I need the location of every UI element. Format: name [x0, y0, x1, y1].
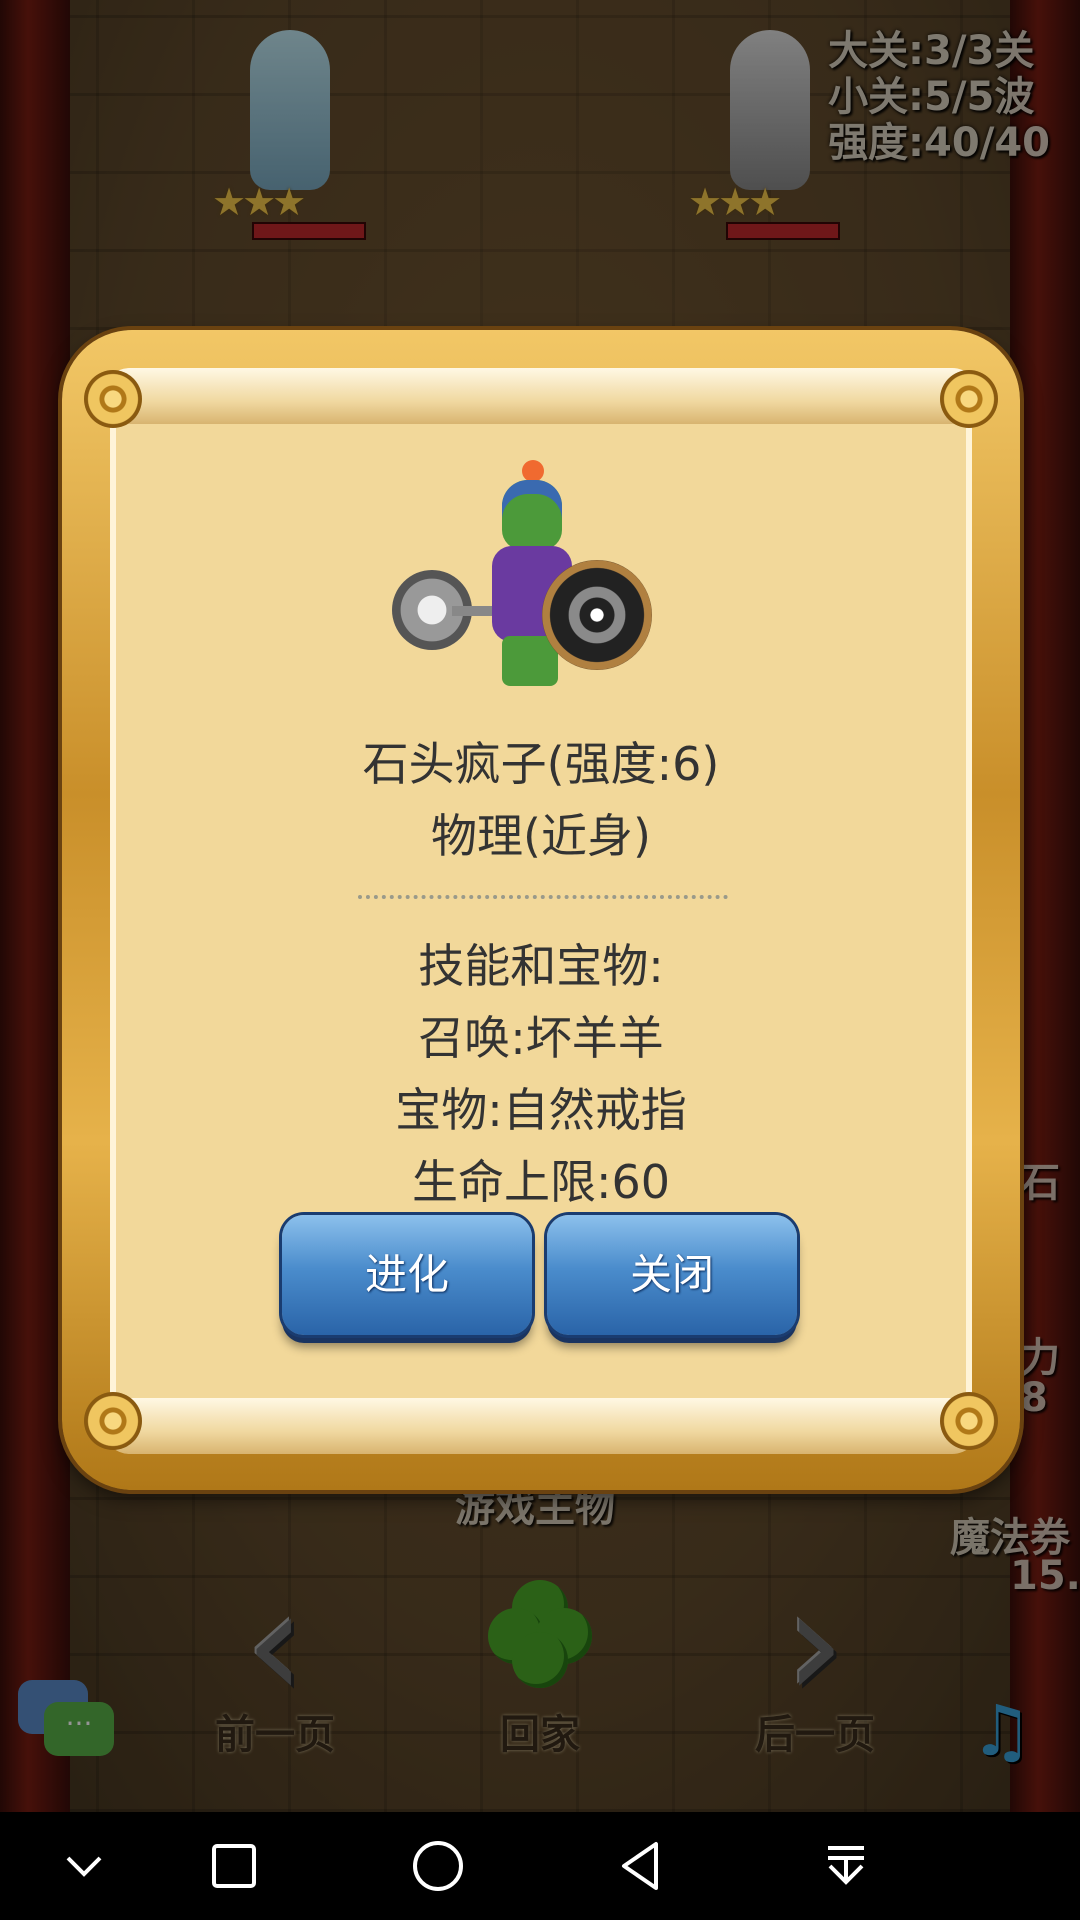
unit-name-strength: 石头疯子(强度:6) [362, 737, 720, 791]
home-circle-icon[interactable] [408, 1836, 468, 1896]
pull-down-icon[interactable] [816, 1836, 876, 1896]
scroll-curl-icon [940, 1392, 998, 1450]
evolve-button[interactable]: 进化 [282, 1215, 532, 1335]
scroll-curl-icon [84, 1392, 142, 1450]
scroll-roll-top [102, 368, 980, 424]
scroll-curl-icon [84, 370, 142, 428]
scroll-roll-bottom [102, 1398, 980, 1454]
dotted-divider [358, 895, 728, 899]
system-navigation-bar [0, 1812, 1080, 1920]
chevron-down-icon[interactable] [54, 1836, 114, 1896]
close-button[interactable]: 关闭 [547, 1215, 797, 1335]
scroll-curl-icon [940, 370, 998, 428]
recents-square-icon[interactable] [204, 1836, 264, 1896]
summon-skill: 召唤:坏羊羊 [418, 1011, 664, 1065]
max-hp: 生命上限:60 [411, 1155, 671, 1209]
unit-info-dialog: 石头疯子(强度:6) 物理(近身) 技能和宝物: 召唤:坏羊羊 宝物:自然戒指 … [62, 330, 1020, 1490]
back-triangle-icon[interactable] [612, 1836, 672, 1896]
treasure-item: 宝物:自然戒指 [395, 1083, 687, 1137]
unit-attack-type: 物理(近身) [431, 809, 651, 863]
stone-madman-portrait [392, 460, 652, 700]
skills-header: 技能和宝物: [418, 939, 664, 993]
